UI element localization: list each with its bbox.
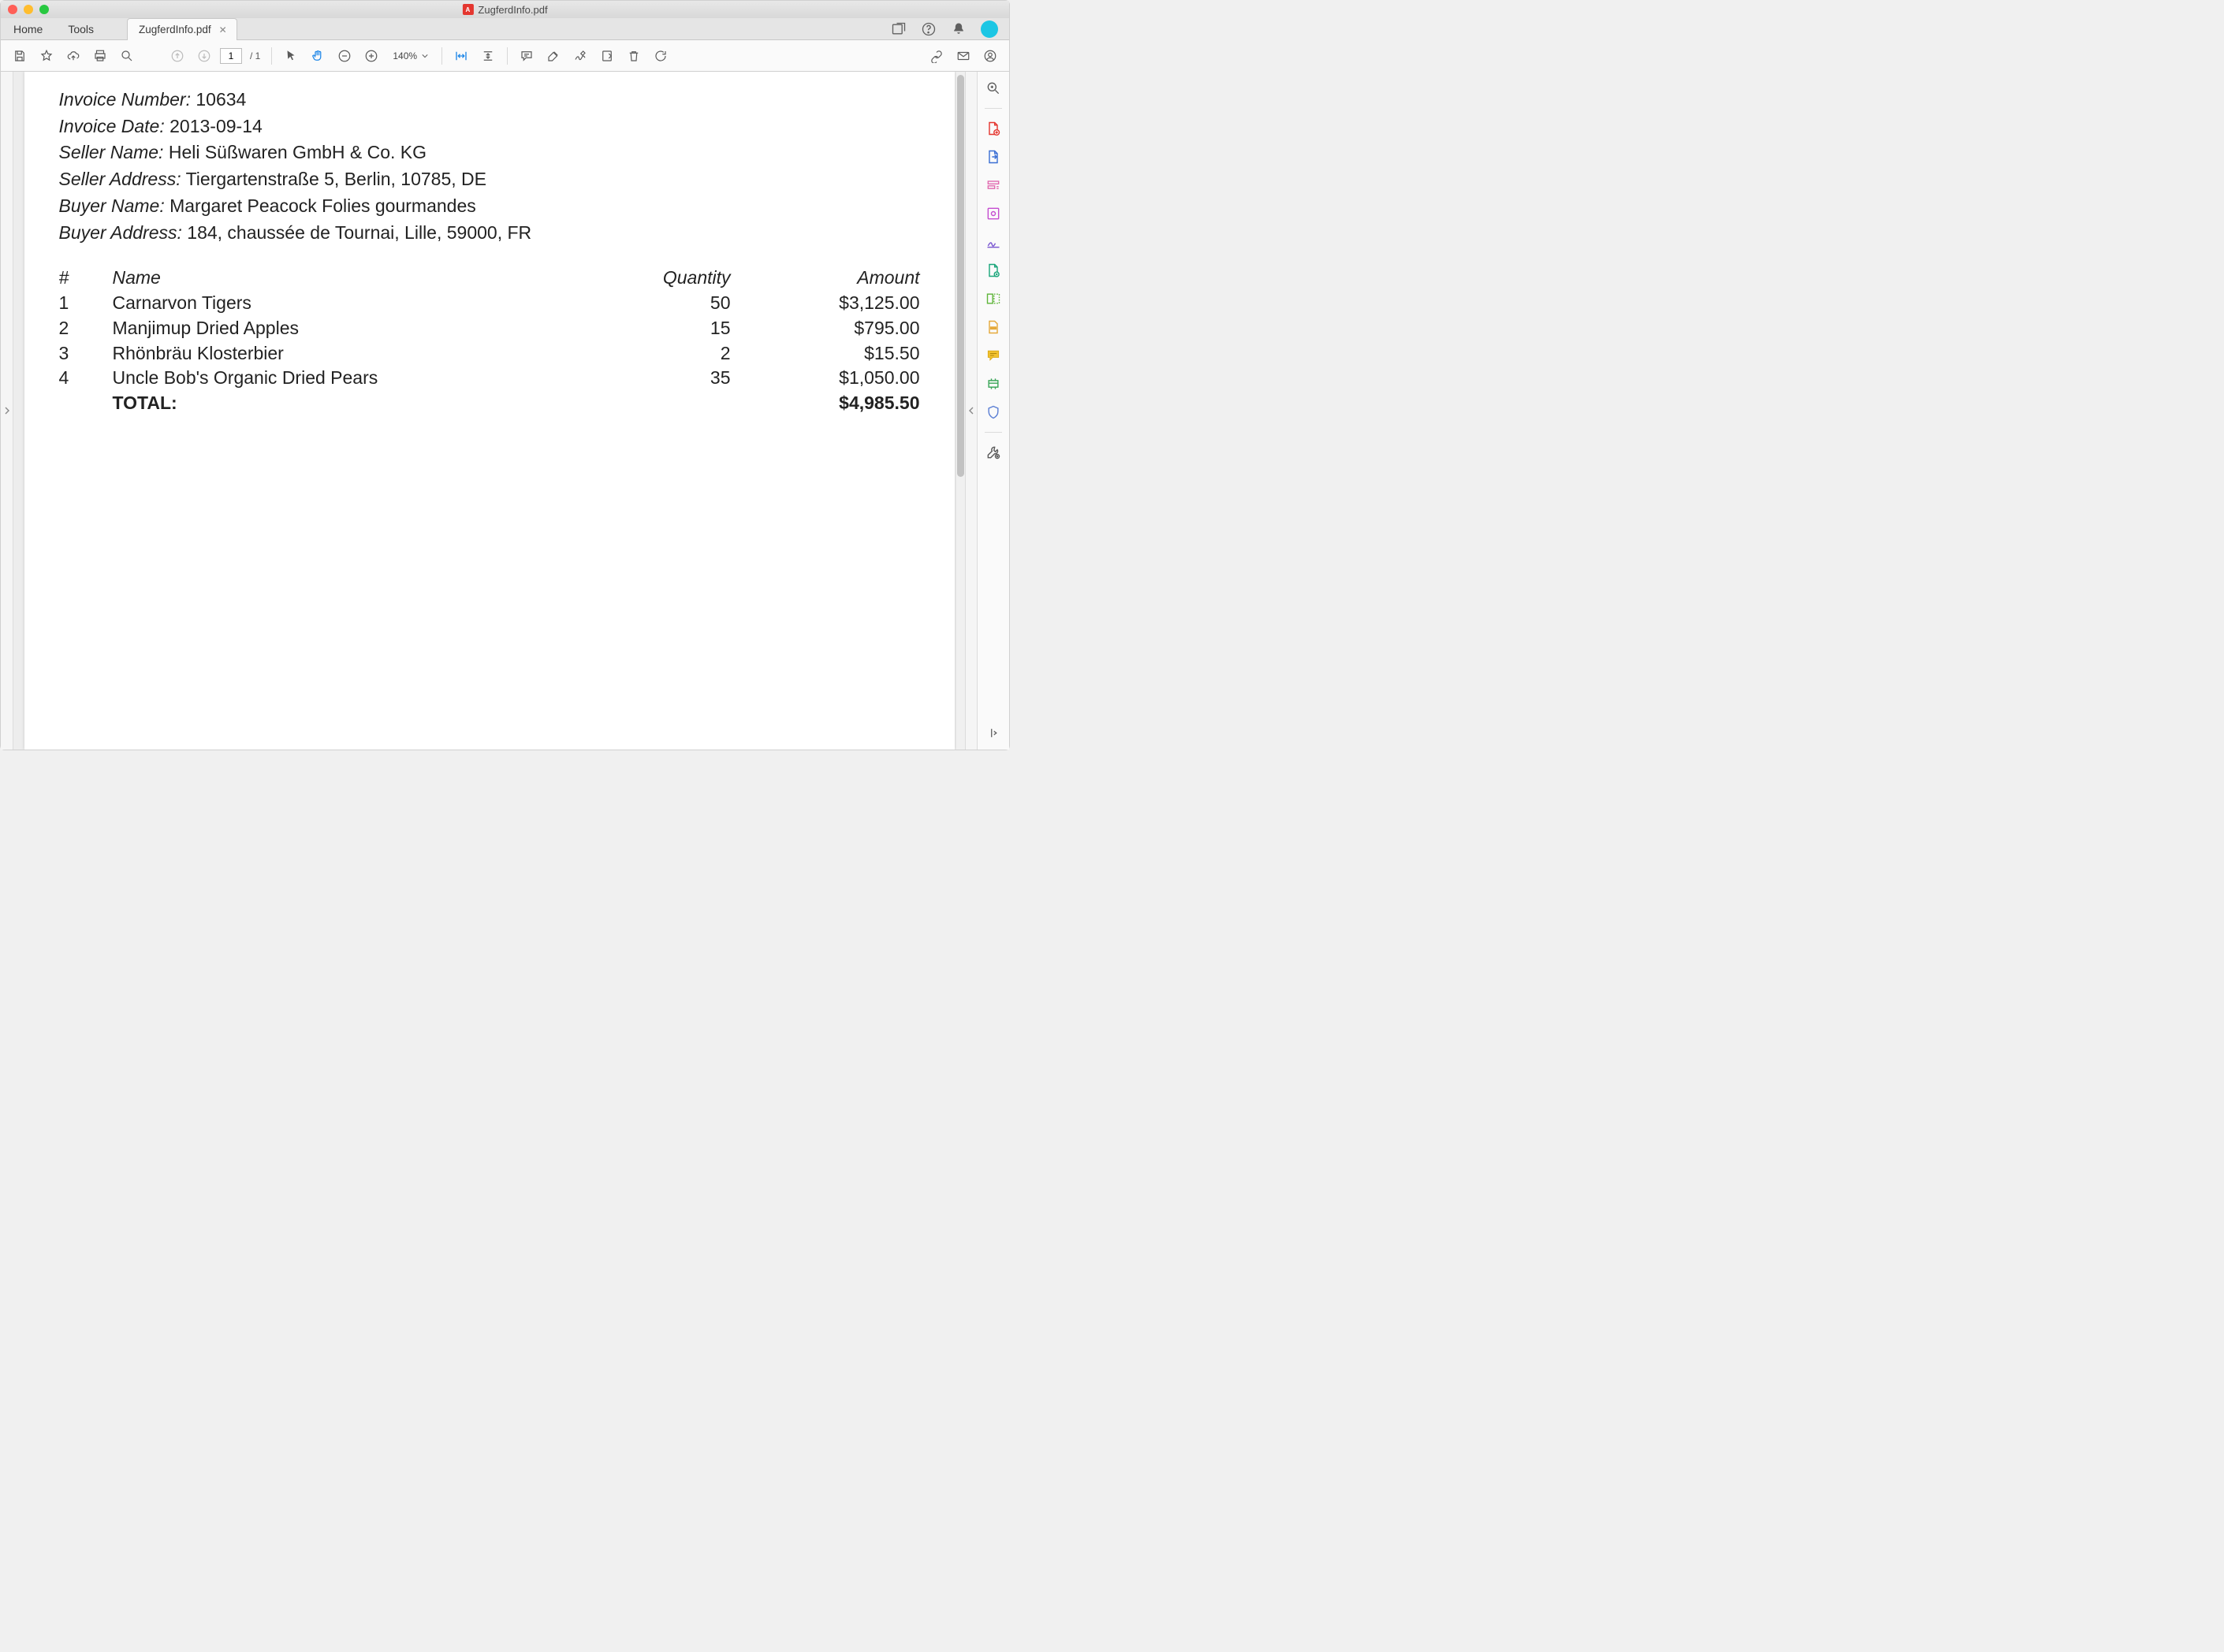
right-panel-toggle[interactable]	[965, 72, 978, 750]
col-header-name: Name	[113, 266, 605, 291]
search-tool-icon[interactable]	[985, 80, 1002, 97]
chevron-left-icon	[968, 407, 974, 415]
table-row: 4 Uncle Bob's Organic Dried Pears 35 $1,…	[59, 366, 920, 391]
fill-sign-icon[interactable]	[985, 233, 1002, 251]
window-titlebar: A ZugferdInfo.pdf	[1, 1, 1009, 18]
link-share-icon[interactable]	[926, 45, 948, 67]
seller-name-label: Seller Name:	[59, 142, 164, 162]
star-icon[interactable]	[35, 45, 58, 67]
organize-pages-icon[interactable]	[985, 205, 1002, 222]
tools-tab[interactable]: Tools	[55, 18, 106, 39]
optimize-icon[interactable]	[985, 375, 1002, 393]
page-total-label: / 1	[247, 50, 263, 61]
expand-rail-icon[interactable]	[985, 724, 1002, 742]
document-tab-label: ZugferdInfo.pdf	[139, 24, 211, 35]
request-signatures-icon[interactable]	[985, 262, 1002, 279]
table-row: 2 Manjimup Dried Apples 15 $795.00	[59, 316, 920, 341]
zoom-out-icon[interactable]	[333, 45, 356, 67]
rotate-icon[interactable]	[650, 45, 672, 67]
find-icon[interactable]	[116, 45, 138, 67]
table-row: 1 Carnarvon Tigers 50 $3,125.00	[59, 291, 920, 316]
sign-icon[interactable]	[569, 45, 591, 67]
invoice-number-label: Invoice Number:	[59, 89, 191, 110]
window-title: A ZugferdInfo.pdf	[462, 4, 547, 16]
prev-page-icon[interactable]	[166, 45, 188, 67]
chevron-down-icon	[422, 53, 428, 59]
edit-pdf-icon[interactable]	[985, 177, 1002, 194]
col-header-num: #	[59, 266, 113, 291]
buyer-address-value: 184, chaussée de Tournai, Lille, 59000, …	[187, 222, 531, 243]
delete-icon[interactable]	[623, 45, 645, 67]
col-header-qty: Quantity	[605, 266, 731, 291]
protect-icon[interactable]	[985, 404, 1002, 421]
export-pdf-icon[interactable]	[985, 148, 1002, 166]
total-amount: $4,985.50	[731, 391, 920, 416]
print-icon[interactable]	[89, 45, 111, 67]
selection-tool-icon[interactable]	[280, 45, 302, 67]
home-tab[interactable]: Home	[1, 18, 55, 39]
nav-tabbar: Home Tools ZugferdInfo.pdf ✕	[1, 18, 1009, 40]
notifications-icon[interactable]	[951, 21, 967, 37]
redact-icon[interactable]	[985, 318, 1002, 336]
table-row: 3 Rhönbräu Klosterbier 2 $15.50	[59, 341, 920, 366]
seller-address-value: Tiergartenstraße 5, Berlin, 10785, DE	[186, 169, 486, 189]
invoice-date-label: Invoice Date:	[59, 116, 165, 136]
tools-rail	[978, 72, 1009, 750]
invoice-number-value: 10634	[196, 89, 246, 110]
pdf-file-icon: A	[462, 4, 473, 15]
left-panel-toggle[interactable]	[1, 72, 13, 750]
seller-address-label: Seller Address:	[59, 169, 181, 189]
invoice-items-table: # Name Quantity Amount 1 Carnarvon Tiger…	[59, 266, 920, 415]
window-title-text: ZugferdInfo.pdf	[478, 4, 547, 16]
comment-icon[interactable]	[516, 45, 538, 67]
close-window-button[interactable]	[8, 5, 17, 14]
more-tools-icon[interactable]	[985, 444, 1002, 461]
help-icon[interactable]	[921, 21, 937, 37]
seller-name-value: Heli Süßwaren GmbH & Co. KG	[169, 142, 427, 162]
fit-page-icon[interactable]	[477, 45, 499, 67]
cloud-upload-icon[interactable]	[62, 45, 84, 67]
chevron-right-icon	[4, 407, 10, 415]
invoice-date-value: 2013-09-14	[170, 116, 263, 136]
create-pdf-icon[interactable]	[985, 120, 1002, 137]
minimize-window-button[interactable]	[24, 5, 33, 14]
pdf-page: Invoice Number: 10634 Invoice Date: 2013…	[24, 72, 955, 750]
buyer-address-label: Buyer Address:	[59, 222, 182, 243]
buyer-name-label: Buyer Name:	[59, 195, 165, 216]
account-icon[interactable]	[979, 45, 1001, 67]
main-area: Invoice Number: 10634 Invoice Date: 2013…	[1, 72, 1009, 750]
highlight-icon[interactable]	[542, 45, 564, 67]
buyer-name-value: Margaret Peacock Folies gourmandes	[170, 195, 476, 216]
traffic-lights	[1, 5, 49, 14]
scrollbar-thumb[interactable]	[957, 75, 964, 477]
stamp-icon[interactable]	[596, 45, 618, 67]
table-total-row: TOTAL: $4,985.50	[59, 391, 920, 416]
table-header-row: # Name Quantity Amount	[59, 266, 920, 291]
document-tab[interactable]: ZugferdInfo.pdf ✕	[127, 18, 237, 40]
email-icon[interactable]	[952, 45, 974, 67]
main-toolbar: / 1 140%	[1, 40, 1009, 72]
fit-width-icon[interactable]	[450, 45, 472, 67]
sticky-note-icon[interactable]	[985, 347, 1002, 364]
next-page-icon[interactable]	[193, 45, 215, 67]
compare-icon[interactable]	[985, 290, 1002, 307]
vertical-scrollbar[interactable]	[956, 72, 965, 750]
col-header-amt: Amount	[731, 266, 920, 291]
acrobat-app-icon[interactable]	[891, 21, 907, 37]
zoom-window-button[interactable]	[39, 5, 49, 14]
zoom-in-icon[interactable]	[360, 45, 382, 67]
total-label: TOTAL:	[113, 391, 605, 416]
hand-tool-icon[interactable]	[307, 45, 329, 67]
page-number-input[interactable]	[220, 48, 242, 64]
close-tab-icon[interactable]: ✕	[219, 24, 227, 35]
save-icon[interactable]	[9, 45, 31, 67]
zoom-level-select[interactable]: 140%	[387, 48, 434, 64]
user-avatar[interactable]	[981, 20, 998, 38]
document-viewport[interactable]: Invoice Number: 10634 Invoice Date: 2013…	[13, 72, 965, 750]
